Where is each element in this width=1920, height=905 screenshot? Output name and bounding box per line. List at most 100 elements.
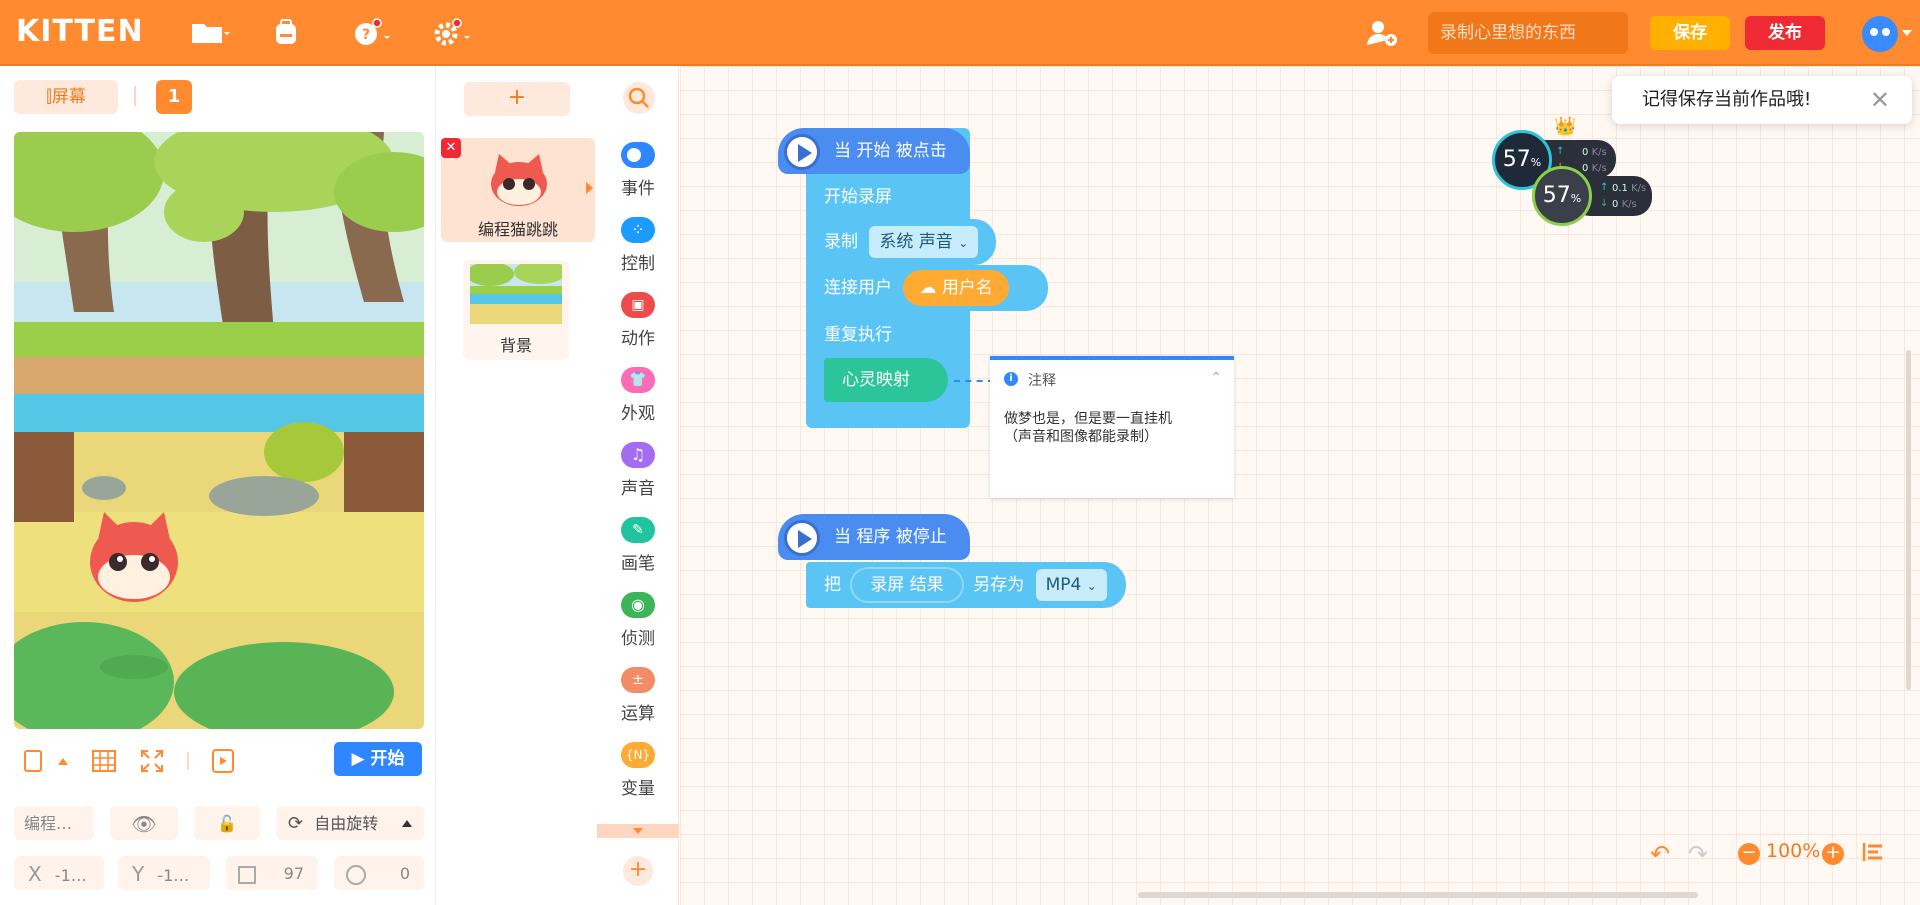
publish-button[interactable]: 发布 xyxy=(1745,16,1825,50)
fullscreen-icon[interactable] xyxy=(140,749,164,773)
record-block[interactable]: 录制 系统 声音 ⌄ xyxy=(806,219,996,265)
screen-number-badge[interactable]: 1 xyxy=(156,80,192,114)
category-sensing[interactable]: ◉ 侦测 xyxy=(597,592,679,649)
comment-note[interactable]: i 注释 ⌃ 做梦也是，但是要一直挂机 （声音和图像都能录制） xyxy=(990,356,1234,498)
comment-title: 注释 xyxy=(1028,373,1056,389)
start-recording-block[interactable]: 开始录屏 xyxy=(806,174,928,220)
category-control[interactable]: ⁘ 控制 xyxy=(597,217,679,274)
close-icon[interactable]: ✕ xyxy=(1870,76,1890,124)
add-collaborator-icon[interactable] xyxy=(1364,18,1400,48)
chevron-right-icon[interactable] xyxy=(586,182,593,194)
save-recording-block[interactable]: 把 录屏 结果 另存为 MP4 ⌄ xyxy=(806,562,1126,608)
comment-connector xyxy=(954,380,994,382)
y-position-field[interactable]: Y -1… xyxy=(118,856,210,890)
direction-field[interactable]: 0 xyxy=(334,856,424,890)
collapse-icon[interactable]: ⌃ xyxy=(1210,370,1222,386)
delete-icon[interactable]: ✕ xyxy=(441,138,461,158)
sensing-icon: ◉ xyxy=(621,592,655,618)
stage-size-icon[interactable] xyxy=(24,750,42,772)
start-button[interactable]: ▶ 开始 xyxy=(334,742,422,776)
when-start-clicked-block[interactable]: 当 开始 被点击 xyxy=(778,128,970,174)
video-play-icon[interactable] xyxy=(212,749,234,773)
chevron-down-icon: ⌄ xyxy=(958,236,969,250)
lock-toggle[interactable]: 🔓 xyxy=(194,806,260,840)
music-note-icon: ♫ xyxy=(621,442,655,468)
motion-icon: ▣ xyxy=(621,292,655,318)
rotation-select[interactable]: ⟳ 自由旋转 xyxy=(276,806,424,840)
category-looks[interactable]: 👕 外观 xyxy=(597,367,679,424)
recording-result-reporter[interactable]: 录屏 结果 xyxy=(850,567,964,603)
redo-icon[interactable]: ↷ xyxy=(1688,840,1708,868)
category-pen[interactable]: ✎ 画笔 xyxy=(597,517,679,574)
download-arrow-icon: ↓ xyxy=(1600,198,1609,209)
comment-line-2: （声音和图像都能录制） xyxy=(1004,429,1158,445)
chevron-up-icon[interactable] xyxy=(58,758,68,765)
category-operators[interactable]: ± 运算 xyxy=(597,667,679,724)
align-blocks-icon[interactable] xyxy=(1862,842,1884,862)
chevron-down-icon[interactable] xyxy=(1902,30,1912,36)
background-thumbnail xyxy=(470,264,562,324)
sprite-list: + ✕ 编程猫跳跳 背景 xyxy=(437,66,597,905)
backpack-icon[interactable] xyxy=(268,18,308,48)
horizontal-scrollbar[interactable] xyxy=(1138,892,1698,898)
zoom-out-button[interactable]: − xyxy=(1738,843,1760,865)
help-menu-icon[interactable]: ? xyxy=(352,18,392,48)
category-motion[interactable]: ▣ 动作 xyxy=(597,292,679,349)
screen-tab[interactable]: ⫿屏幕 xyxy=(14,80,118,114)
repeat-block-footer xyxy=(806,402,902,426)
stage-canvas[interactable] xyxy=(14,132,424,729)
search-icon xyxy=(628,87,649,108)
top-bar: KITTEN ? 录制心里想的东西 保存 发布 xyxy=(0,0,1920,66)
variables-icon: {N} xyxy=(621,742,655,768)
background-card[interactable]: 背景 xyxy=(463,260,569,360)
size-field[interactable]: 97 xyxy=(226,856,318,890)
grid-icon[interactable] xyxy=(92,750,116,772)
mind-map-block[interactable]: 心灵映射 xyxy=(824,358,948,402)
cat-sprite-thumbnail xyxy=(491,154,547,206)
category-sound[interactable]: ♫ 声音 xyxy=(597,442,679,499)
unlock-icon: 🔓 xyxy=(217,814,237,833)
chevron-down-icon: ⌄ xyxy=(1086,579,1097,593)
sprite-name: 编程猫跳跳 xyxy=(477,220,558,239)
rotate-icon: ⟳ xyxy=(288,813,304,834)
visibility-toggle[interactable]: 👁 xyxy=(110,806,178,840)
stage-scene xyxy=(14,132,424,729)
comment-line-1: 做梦也是，但是要一直挂机 xyxy=(1004,411,1172,427)
sprite-name-field[interactable]: 编程… xyxy=(14,806,94,840)
when-program-stopped-block[interactable]: 当 程序 被停止 xyxy=(778,514,970,560)
x-position-field[interactable]: X -1… xyxy=(14,856,104,890)
undo-icon[interactable]: ↶ xyxy=(1650,840,1670,868)
category-variables[interactable]: {N} 变量 xyxy=(597,742,679,799)
add-sprite-button[interactable]: + xyxy=(464,82,570,116)
zoom-in-button[interactable]: + xyxy=(1822,843,1844,865)
shirt-icon: 👕 xyxy=(621,367,655,393)
search-input[interactable]: 录制心里想的东西 xyxy=(1428,12,1628,54)
category-scroll-down[interactable] xyxy=(597,824,679,838)
user-avatar[interactable] xyxy=(1862,16,1898,52)
category-events[interactable]: 事件 xyxy=(597,142,679,199)
caret-up-icon xyxy=(402,820,412,827)
connect-user-block[interactable]: 连接用户 ☁ 用户名 xyxy=(806,265,1048,311)
operators-icon: ± xyxy=(621,667,655,693)
crown-icon: 👑 xyxy=(1554,116,1577,137)
username-reporter[interactable]: ☁ 用户名 xyxy=(903,270,1009,306)
divider xyxy=(187,752,189,770)
divider xyxy=(134,86,136,106)
folder-menu-icon[interactable] xyxy=(190,18,230,48)
background-name: 背景 xyxy=(499,336,532,355)
control-icon: ⁘ xyxy=(621,217,655,243)
chevron-down-icon xyxy=(633,828,643,834)
vertical-scrollbar[interactable] xyxy=(1906,350,1911,690)
search-blocks-button[interactable] xyxy=(623,82,655,114)
format-select[interactable]: MP4 ⌄ xyxy=(1035,569,1107,601)
block-category-list: 事件 ⁘ 控制 ▣ 动作 👕 外观 ♫ 声音 ✎ 画笔 ◉ 侦测 ± 运算 {N… xyxy=(597,66,679,905)
save-button[interactable]: 保存 xyxy=(1650,16,1730,50)
add-extension-button[interactable]: + xyxy=(623,856,653,886)
cloud-icon: ☁ xyxy=(919,278,937,298)
record-option-select[interactable]: 系统 声音 ⌄ xyxy=(869,226,979,258)
save-reminder-toast: 记得保存当前作品哦! ✕ xyxy=(1612,76,1912,124)
settings-gear-icon[interactable] xyxy=(432,18,472,48)
repeat-forever-block[interactable]: 重复执行 xyxy=(806,312,928,358)
play-icon: ▶ xyxy=(351,749,371,769)
sprite-card[interactable]: ✕ 编程猫跳跳 xyxy=(441,138,595,242)
